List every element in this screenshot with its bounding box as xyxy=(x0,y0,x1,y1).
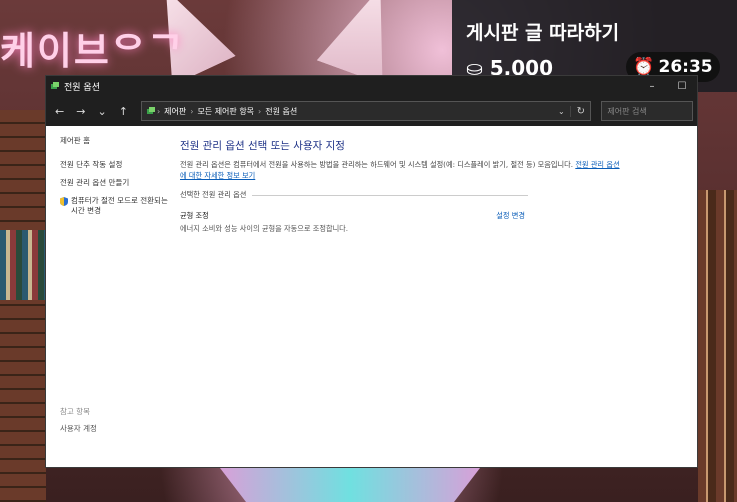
window-title: 전원 옵션 xyxy=(64,82,100,93)
title-bar: 전원 옵션 – ☐ xyxy=(46,76,697,96)
character-bottom-art xyxy=(220,468,480,502)
sleep-settings-row: 컴퓨터가 절전 모드로 전환되는 시간 변경 xyxy=(60,196,170,224)
shield-icon xyxy=(60,197,68,206)
description-text: 전원 관리 옵션은 컴퓨터에서 전원을 사용하는 방법을 관리하는 하드웨어 및… xyxy=(180,160,574,169)
page-description: 전원 관리 옵션은 컴퓨터에서 전원을 사용하는 방법을 관리하는 하드웨어 및… xyxy=(180,159,620,181)
address-bar[interactable]: › 제어판 › 모든 제어판 항목 › 전원 옵션 ⌄ ↻ xyxy=(140,101,592,121)
books-left xyxy=(0,230,46,300)
minimize-button[interactable]: – xyxy=(637,76,667,96)
main-panel: 전원 관리 옵션 선택 또는 사용자 지정 전원 관리 옵션은 컴퓨터에서 전원… xyxy=(180,138,620,234)
breadcrumb-separator-icon: › xyxy=(156,106,161,116)
selected-plan-section: 선택한 전원 관리 옵션 xyxy=(180,190,620,200)
plan-name[interactable]: 균형 조정 xyxy=(180,211,535,221)
search-box[interactable] xyxy=(601,101,693,121)
create-power-plan-link[interactable]: 전원 관리 옵션 만들기 xyxy=(60,178,170,188)
breadcrumb-separator-icon: › xyxy=(258,106,262,116)
navigation-bar: ← → ⌄ ↑ › 제어판 › 모든 제어판 항목 › 전원 옵션 ⌄ ↻ xyxy=(46,96,697,126)
breadcrumb-all-items[interactable]: 모든 제어판 항목 xyxy=(197,106,254,117)
section-label: 선택한 전원 관리 옵션 xyxy=(180,190,247,199)
back-button[interactable]: ← xyxy=(50,101,69,121)
power-options-window: 전원 옵션 – ☐ ← → ⌄ ↑ › 제어판 › 모든 제어판 항목 › 전원… xyxy=(45,75,698,468)
see-also-label: 참고 항목 xyxy=(60,407,90,416)
control-panel-home-link[interactable]: 제어판 홈 xyxy=(60,136,170,146)
up-button[interactable]: ↑ xyxy=(114,101,133,121)
chevron-down-icon[interactable]: ⌄ xyxy=(552,107,570,116)
content-area: 제어판 홈 전원 단추 작동 설정 전원 관리 옵션 만들기 컴퓨터가 절전 모… xyxy=(46,126,697,467)
bookshelf-left xyxy=(0,110,46,502)
recent-locations-button[interactable]: ⌄ xyxy=(92,101,111,121)
plan-description: 에너지 소비와 성능 사이의 균형을 자동으로 조정합니다. xyxy=(180,224,349,233)
power-button-settings-link[interactable]: 전원 단추 작동 설정 xyxy=(60,160,170,170)
card-title: 게시판 글 따라하기 xyxy=(466,22,620,44)
forward-button[interactable]: → xyxy=(71,101,90,121)
search-input[interactable] xyxy=(607,106,688,116)
power-plan-item: 균형 조정 에너지 소비와 성능 사이의 균형을 자동으로 조정합니다. 설정 … xyxy=(180,211,535,234)
see-also-section: 참고 항목 사용자 계정 xyxy=(60,406,97,434)
maximize-button[interactable]: ☐ xyxy=(667,76,697,96)
change-plan-settings-link[interactable]: 설정 변경 xyxy=(496,211,525,221)
control-panel-icon xyxy=(146,107,155,114)
change-sleep-time-link[interactable]: 컴퓨터가 절전 모드로 전환되는 시간 변경 xyxy=(71,196,170,216)
power-options-icon xyxy=(51,82,59,89)
timer-value: 26:35 xyxy=(658,57,713,77)
alarm-clock-icon: ⏰ xyxy=(633,57,655,77)
breadcrumb-separator-icon: › xyxy=(190,106,194,116)
breadcrumb-power-options[interactable]: 전원 옵션 xyxy=(265,106,297,117)
neon-sign: 케이브ᄋᄀ xyxy=(0,29,185,73)
breadcrumb-control-panel[interactable]: 제어판 xyxy=(164,106,186,117)
bookshelf-right xyxy=(698,190,737,502)
section-divider xyxy=(252,194,529,196)
refresh-icon[interactable]: ↻ xyxy=(570,105,590,117)
user-accounts-link[interactable]: 사용자 계정 xyxy=(60,424,97,433)
task-sidebar: 제어판 홈 전원 단추 작동 설정 전원 관리 옵션 만들기 컴퓨터가 절전 모… xyxy=(60,136,170,224)
page-title: 전원 관리 옵션 선택 또는 사용자 지정 xyxy=(180,140,345,152)
